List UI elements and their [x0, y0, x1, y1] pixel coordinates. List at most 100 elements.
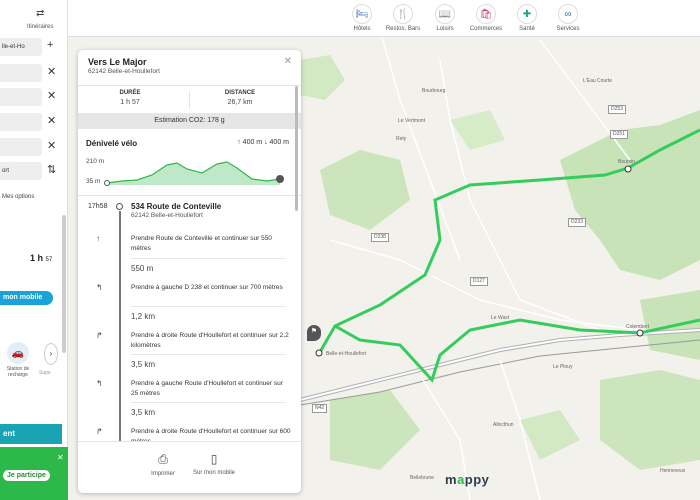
- elevation-title: Dénivelé vélo: [86, 139, 138, 148]
- place-label: Le Plouy: [553, 364, 573, 370]
- bed-icon: 🛏: [352, 4, 372, 24]
- place-label: Henneveux: [660, 468, 686, 474]
- place-label: Bellebrune: [410, 475, 434, 481]
- start-field[interactable]: lle-et-Ho: [0, 38, 42, 56]
- category-bar: 🛏 Hôtels 🍴 Restos, Bars 📖 Loisirs 🛍 Comm…: [0, 0, 700, 37]
- place-label: Le Wast: [491, 315, 510, 321]
- logo-part: ppy: [464, 472, 490, 487]
- participate-button[interactable]: Je participe: [3, 470, 50, 481]
- road-tag: D253: [608, 105, 626, 114]
- options-link[interactable]: Mes options: [2, 194, 34, 200]
- close-icon[interactable]: ✕: [284, 56, 292, 67]
- card-scrollbar[interactable]: [295, 86, 298, 211]
- place-label: Bourbourg: [422, 88, 446, 94]
- category-label: Santé: [519, 26, 535, 32]
- scrollbar[interactable]: [62, 215, 66, 353]
- place-label: Belle-et-Houllefort: [326, 351, 367, 357]
- step-divider: [131, 258, 286, 259]
- category-restos[interactable]: 🍴 Restos, Bars: [383, 4, 423, 32]
- turn-right-icon: ↱: [96, 331, 103, 340]
- elevation-min: 35 m: [86, 178, 101, 185]
- close-icon[interactable]: ✕: [57, 453, 64, 462]
- send-mobile-button[interactable]: ▯ Sur mon mobile: [184, 452, 244, 476]
- step-instruction[interactable]: Prendre à gauche D 238 et continuer sur …: [131, 283, 291, 293]
- step-distance: 1,2 km: [131, 312, 156, 321]
- step-instruction[interactable]: Prendre à gauche Route d'Houllefort et c…: [131, 379, 291, 399]
- step-divider: [131, 354, 286, 355]
- category-commerces[interactable]: 🛍 Commerces: [466, 4, 506, 32]
- category-sante[interactable]: ✚ Santé: [507, 4, 547, 32]
- itinerary-panel: ⇄ Itinéraires lle-et-Ho + ✕ ✕ ✕ ✕ ort ⇅ …: [0, 0, 68, 500]
- charging-station-button[interactable]: 🚗 Station de recharge: [4, 342, 32, 378]
- phone-icon: ▯: [210, 452, 218, 466]
- mobile-label: Sur mon mobile: [192, 470, 236, 476]
- step-instruction[interactable]: Prendre Route de Conteville et continuer…: [131, 234, 291, 254]
- place-label: Boursin: [618, 159, 635, 165]
- route-duration[interactable]: 1 h 57: [30, 253, 52, 263]
- add-step-icon[interactable]: +: [47, 39, 53, 51]
- elevation-values: ↑ 400 m ↓ 400 m: [237, 139, 289, 146]
- category-loisirs[interactable]: 📖 Loisirs: [425, 4, 465, 32]
- directions-icon[interactable]: ⇄: [36, 8, 44, 19]
- close-icon[interactable]: ✕: [47, 89, 56, 102]
- close-icon[interactable]: ✕: [47, 139, 56, 152]
- send-to-mobile-button[interactable]: mon mobile: [0, 291, 53, 305]
- step-field[interactable]: [0, 138, 42, 156]
- place-label: Alincthun: [493, 422, 514, 428]
- step-field[interactable]: [0, 88, 42, 106]
- road-tag: D251: [610, 130, 628, 139]
- road-tag: D233: [568, 218, 586, 227]
- shop-icon: 🛍: [476, 4, 496, 24]
- duration-stat: DURÉE 1 h 57: [80, 90, 180, 106]
- place-label: Le Vertmont: [398, 118, 425, 124]
- step-distance: 3,5 km: [131, 408, 156, 417]
- next-arrow-icon[interactable]: ›: [44, 343, 58, 365]
- co2-estimate: Estimation CO2: 178 g: [78, 113, 301, 129]
- mappy-logo: mappy: [445, 472, 489, 487]
- cross-icon: ✚: [517, 4, 537, 24]
- fork-icon: 🍴: [393, 4, 413, 24]
- category-label: Services: [556, 26, 580, 32]
- elevation-up: ↑ 400 m: [237, 139, 263, 146]
- flag-marker-icon[interactable]: ⚑: [307, 325, 321, 341]
- logo-accent: a: [457, 472, 465, 487]
- start-time: 17h58: [88, 203, 108, 210]
- step-instruction[interactable]: Prendre à droite Route d'Houllefort et c…: [131, 331, 291, 351]
- turn-left-icon: ↰: [96, 379, 103, 388]
- road-tag: D127: [470, 277, 488, 286]
- next-category-label: Supe: [39, 370, 51, 376]
- distance-value: 26,7 km: [227, 99, 253, 106]
- category-label: Hôtels: [353, 26, 371, 32]
- end-field[interactable]: ort: [0, 162, 42, 180]
- station-label: Station de recharge: [6, 366, 30, 378]
- close-icon[interactable]: ✕: [47, 65, 56, 78]
- duration-label: DURÉE: [119, 90, 141, 96]
- distance-label: DISTANCE: [224, 90, 256, 96]
- category-label: Commerces: [469, 26, 503, 32]
- category-label: Loisirs: [436, 26, 454, 32]
- step-field[interactable]: [0, 64, 42, 82]
- car-icon: 🚗: [7, 342, 29, 364]
- category-services[interactable]: ∞ Services: [548, 4, 588, 32]
- services-icon: ∞: [558, 4, 578, 24]
- category-hotels[interactable]: 🛏 Hôtels: [342, 4, 382, 32]
- elevation-profile: [104, 161, 284, 186]
- elevation-down: ↓ 400 m: [264, 139, 289, 146]
- step-divider: [131, 402, 286, 403]
- distance-stat: DISTANCE 26,7 km: [190, 90, 290, 106]
- start-city: 62142 Belle-et-Houllefort: [131, 212, 203, 219]
- action-button[interactable]: ent: [0, 424, 62, 444]
- place-label: Rety: [396, 136, 407, 142]
- itineraries-label: Itinéraires: [27, 24, 54, 30]
- timeline: [119, 211, 121, 451]
- start-address: 534 Route de Conteville: [131, 202, 222, 211]
- step-field[interactable]: [0, 113, 42, 131]
- duration-hours: 1 h: [30, 253, 44, 263]
- close-icon[interactable]: ✕: [47, 114, 56, 127]
- straight-arrow-icon: ↑: [96, 234, 100, 243]
- start-node: [116, 203, 123, 210]
- step-distance: 550 m: [131, 264, 154, 273]
- divider: [78, 195, 301, 196]
- swap-icon[interactable]: ⇅: [47, 163, 56, 176]
- turn-right-icon: ↱: [96, 427, 103, 436]
